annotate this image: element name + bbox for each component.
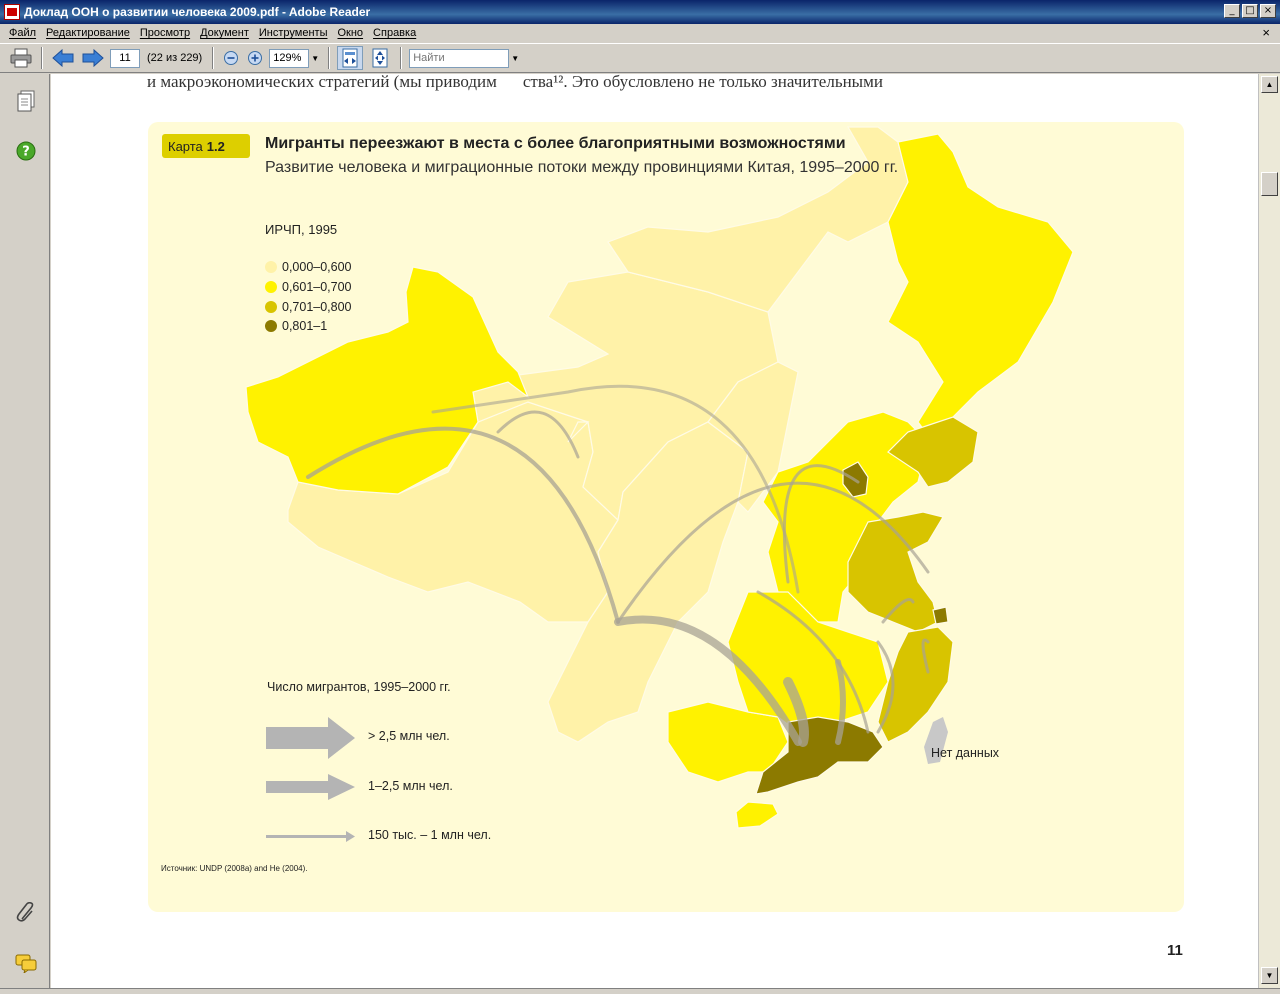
map-number: 1.2: [206, 138, 225, 154]
printer-icon: [10, 48, 32, 68]
toolbar-separator: [41, 47, 43, 69]
pages-icon: [17, 90, 35, 112]
map-number-badge: Карта 1.2: [162, 134, 250, 158]
no-data-label: Нет данных: [931, 746, 1000, 760]
map-label: Карта: [168, 138, 203, 154]
toolbar-separator: [328, 47, 331, 69]
vertical-scrollbar[interactable]: ▲ ▼: [1258, 74, 1280, 988]
region-guangxi-hainan: [667, 701, 789, 829]
toolbar-separator: [400, 47, 403, 69]
minimize-button[interactable]: _: [1224, 4, 1240, 18]
print-button[interactable]: [8, 46, 34, 70]
region-heilongjiang-jilin: [887, 133, 1074, 443]
source-text: UNDP (2008a) and He (2004).: [199, 864, 308, 873]
menu-window[interactable]: Окно: [332, 27, 368, 39]
zoom-in-button[interactable]: [245, 46, 265, 70]
migrants-legend-arrows: [266, 717, 355, 842]
paperclip-icon: [16, 902, 34, 922]
migrants-legend-label: 1–2,5 млн чел.: [368, 779, 453, 793]
svg-text:?: ?: [22, 145, 30, 160]
medium-flow-arrow: [266, 774, 355, 800]
body-text-left: и макроэкономических стратегий (мы приво…: [147, 74, 497, 91]
migrants-legend-label: > 2,5 млн чел.: [368, 729, 450, 743]
search-combo[interactable]: ▼: [409, 48, 521, 68]
zoom-out-button[interactable]: [221, 46, 241, 70]
menu-tools[interactable]: Инструменты: [254, 27, 333, 39]
hdi-color-dot: [265, 261, 277, 273]
document-view[interactable]: и макроэкономических стратегий (мы приво…: [51, 74, 1258, 988]
menu-help[interactable]: Справка: [368, 27, 421, 39]
search-input[interactable]: [409, 48, 510, 68]
region-shanghai: [932, 606, 949, 625]
menu-view[interactable]: Просмотр: [135, 27, 195, 39]
title-bar: Доклад ООН о развитии человека 2009.pdf …: [0, 0, 1280, 24]
source-note: Источник: UNDP (2008a) and He (2004).: [161, 864, 308, 873]
large-flow-arrow: [266, 717, 355, 759]
close-button[interactable]: ×: [1260, 4, 1276, 18]
migrants-legend-label: 150 тыс. – 1 млн чел.: [368, 828, 492, 842]
map-title: Мигранты переезжают в места с более благ…: [265, 135, 846, 152]
hdi-legend-label: 0,801–1: [282, 319, 328, 333]
page-number: 11: [1167, 942, 1183, 959]
china-migration-map: [245, 126, 1074, 842]
fit-page-button[interactable]: [367, 46, 393, 70]
fit-page-icon: [372, 48, 388, 68]
arrow-right-icon: [82, 49, 104, 67]
previous-page-button[interactable]: [50, 46, 76, 70]
help-icon: ?: [16, 141, 36, 161]
hdi-color-dot: [265, 281, 277, 293]
hdi-color-dot: [265, 320, 277, 332]
body-text-line: и макроэкономических стратегий (мы приво…: [147, 74, 883, 92]
menu-bar: Файл Редактирование Просмотр Документ Ин…: [0, 24, 1280, 42]
fit-width-button[interactable]: [337, 46, 364, 70]
close-document-button[interactable]: ×: [1262, 25, 1270, 40]
zoom-combo[interactable]: ▼: [269, 48, 321, 68]
maximize-button[interactable]: □: [1242, 4, 1258, 18]
source-label: Источник:: [161, 864, 198, 873]
migrants-legend-title: Число мигрантов, 1995–2000 гг.: [267, 680, 451, 694]
menu-document[interactable]: Документ: [195, 27, 254, 39]
comments-button[interactable]: [13, 950, 39, 976]
chevron-down-icon[interactable]: ▼: [509, 49, 521, 68]
zoom-input[interactable]: [269, 48, 310, 68]
hdi-legend-label: 0,000–0,600: [282, 260, 352, 274]
hdi-legend-item: 0,701–0,800: [265, 300, 352, 314]
fit-width-icon: [342, 48, 358, 68]
zoom-in-icon: [248, 51, 263, 65]
page-count-label: (22 из 229): [147, 52, 203, 64]
help-button[interactable]: ?: [13, 138, 39, 164]
zoom-out-icon: [224, 51, 239, 65]
hdi-legend-item: 0,801–1: [265, 319, 327, 333]
menu-edit[interactable]: Редактирование: [41, 27, 135, 39]
scroll-down-button[interactable]: ▼: [1261, 967, 1278, 984]
pdf-file-icon: [4, 4, 20, 20]
hdi-legend-label: 0,701–0,800: [282, 300, 352, 314]
scroll-up-button[interactable]: ▲: [1261, 76, 1278, 93]
body-text-right: ства¹². Это обусловлено не только значит…: [522, 74, 883, 91]
page-number-input[interactable]: [110, 48, 140, 68]
window-controls: _ □ ×: [1224, 4, 1276, 18]
window-title: Доклад ООН о развитии человека 2009.pdf …: [24, 5, 371, 19]
hdi-legend-item: 0,000–0,600: [265, 260, 352, 274]
pages-panel-button[interactable]: [13, 88, 39, 114]
hdi-color-dot: [265, 301, 277, 313]
map-subtitle: Развитие человека и миграционные потоки …: [265, 159, 899, 176]
small-flow-arrow: [266, 831, 355, 842]
toolbar-separator: [212, 47, 215, 69]
menu-file[interactable]: Файл: [4, 27, 41, 39]
hdi-legend-item: 0,601–0,700: [265, 280, 352, 294]
comments-icon: [15, 954, 37, 973]
map-panel: Карта 1.2 Мигранты переезжают в места с б…: [148, 122, 1184, 912]
next-page-button[interactable]: [80, 46, 106, 70]
chevron-down-icon[interactable]: ▼: [309, 49, 321, 68]
toolbar: (22 из 229) ▼ ▼: [0, 43, 1280, 73]
navigation-panel: ?: [0, 74, 50, 988]
hdi-legend-title: ИРЧП, 1995: [265, 222, 338, 237]
region-hunan-jiangxi: [727, 591, 889, 733]
hdi-legend-label: 0,601–0,700: [282, 280, 352, 294]
arrow-left-icon: [52, 49, 74, 67]
attachments-button[interactable]: [13, 900, 39, 926]
scroll-thumb[interactable]: [1261, 172, 1278, 196]
status-bar: [0, 988, 1280, 994]
